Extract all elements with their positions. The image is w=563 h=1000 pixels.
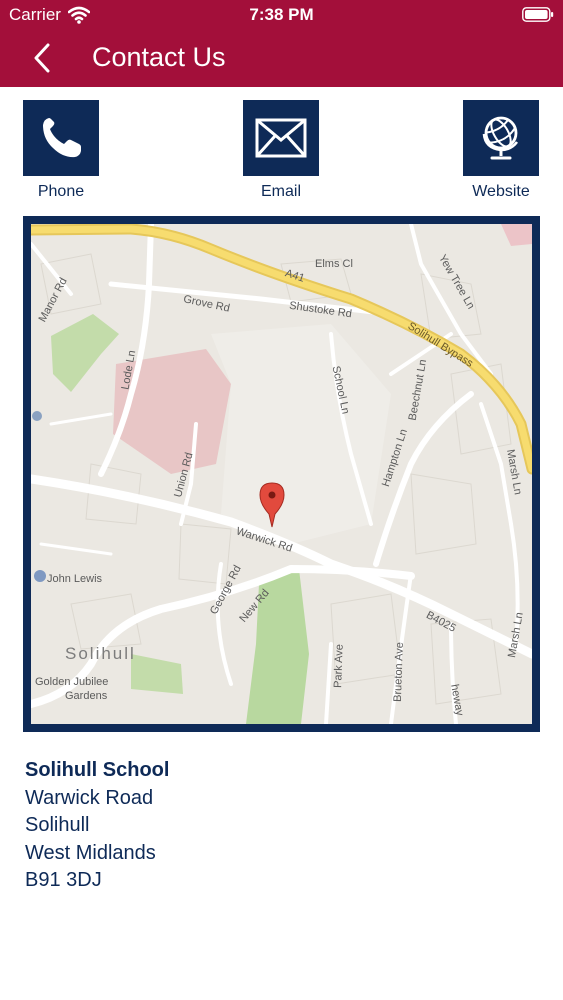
address-line-2: Solihull <box>25 814 90 836</box>
phone-button[interactable]: Phone <box>23 100 101 200</box>
map-label-golden-jubilee: Golden Jubilee <box>35 676 109 688</box>
map-label-park-ave: Park Ave <box>332 643 346 689</box>
website-tile[interactable] <box>463 100 539 176</box>
address-name: Solihull School <box>25 759 170 781</box>
phone-icon <box>43 118 81 158</box>
address-block: Solihull School Warwick Road Solihull We… <box>25 757 169 895</box>
status-time: 7:38 PM <box>249 5 314 24</box>
map-pin-icon[interactable] <box>259 482 285 528</box>
address-line-1: Warwick Road <box>25 786 154 809</box>
address-line-3: West Midlands <box>25 841 156 864</box>
envelope-icon <box>255 118 307 158</box>
phone-tile[interactable] <box>23 100 99 176</box>
map-view[interactable]: A41 Elms Cl Yew Tree Ln Manor Rd Grove R… <box>31 224 532 724</box>
website-label: Website <box>472 183 530 200</box>
map-label-solihull: Solihull <box>65 644 136 663</box>
back-chevron-icon[interactable] <box>32 43 54 73</box>
app-header: Carrier 7:38 PM Contact Us <box>0 0 563 87</box>
page-title: Contact Us <box>92 42 226 72</box>
battery-icon <box>522 7 554 22</box>
phone-label: Phone <box>37 183 85 200</box>
email-button[interactable]: Email <box>243 100 321 200</box>
website-button[interactable]: Website <box>463 100 541 200</box>
map-frame: A41 Elms Cl Yew Tree Ln Manor Rd Grove R… <box>23 216 540 732</box>
address-line-4: B91 3DJ <box>25 869 102 891</box>
map-label-gardens: Gardens <box>65 690 108 702</box>
email-tile[interactable] <box>243 100 319 176</box>
globe-icon <box>482 116 519 160</box>
map-label-brueton-ave: Brueton Ave <box>391 641 406 703</box>
email-label: Email <box>260 183 301 200</box>
map-label-elms-cl: Elms Cl <box>315 258 353 270</box>
map-label-john-lewis: John Lewis <box>47 573 103 585</box>
